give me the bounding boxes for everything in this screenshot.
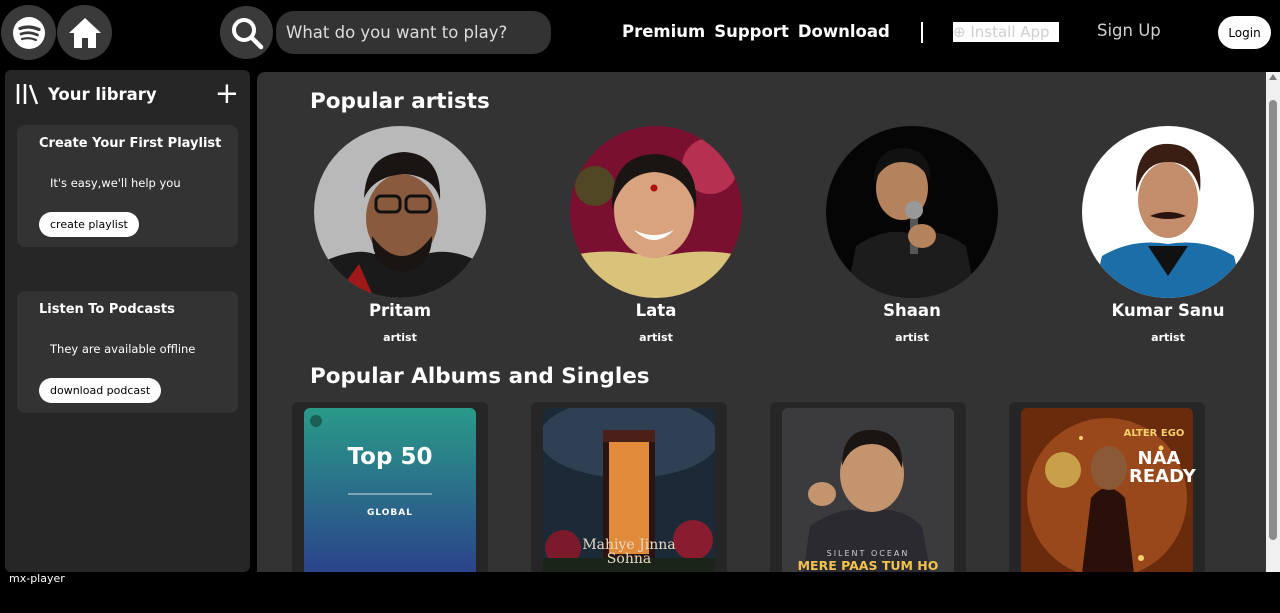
search-button[interactable] — [220, 6, 273, 59]
download-link[interactable]: Download — [798, 22, 890, 41]
search-icon — [231, 17, 263, 49]
card-text: They are available offline — [50, 342, 196, 356]
create-playlist-button[interactable]: create playlist — [39, 212, 139, 237]
library-icon — [16, 84, 39, 105]
artist-role: artist — [895, 331, 929, 344]
album-card-mahiye-jinna-sohna[interactable]: Mahiye Jinna Sohna — [531, 402, 727, 572]
artist-role: artist — [383, 331, 417, 344]
create-playlist-card: Create Your First Playlist It's easy,we'… — [17, 125, 238, 247]
home-button[interactable] — [57, 5, 112, 60]
album-title: MERE PAAS TUM HO — [797, 558, 939, 572]
main-content: Popular artists Pritam artist Lata artis… — [257, 72, 1266, 572]
artist-avatar — [314, 126, 486, 298]
install-app-label: Install App — [970, 23, 1050, 41]
premium-link[interactable]: Premium — [622, 22, 705, 41]
artist-role: artist — [1151, 331, 1185, 344]
install-app-link[interactable]: ⊕ Install App — [953, 22, 1059, 42]
album-subtitle: ALTER EGO — [1123, 428, 1185, 439]
album-card-mere-paas-tum-ho[interactable]: SILENT OCEAN MERE PAAS TUM HO — [770, 402, 966, 572]
album-cover — [304, 408, 476, 572]
album-cover — [782, 408, 954, 572]
nav-divider — [921, 22, 923, 43]
card-text: It's easy,we'll help you — [50, 176, 181, 190]
spotify-icon — [12, 16, 45, 49]
album-title: NAA READY — [1129, 448, 1196, 487]
download-podcast-button[interactable]: download podcast — [39, 378, 162, 403]
search-input[interactable] — [286, 23, 551, 42]
search-bar — [276, 11, 551, 54]
podcasts-card: Listen To Podcasts They are available of… — [17, 291, 238, 413]
player-label: mx-player — [9, 572, 65, 585]
album-title: Mahiye Jinna Sohna — [582, 537, 676, 567]
album-card-naa-ready[interactable]: ALTER EGO NAA READY — [1009, 402, 1205, 572]
artist-name: Pritam — [368, 301, 432, 320]
album-subtitle: SILENT OCEAN — [826, 549, 910, 558]
artist-avatar — [570, 126, 742, 298]
download-circle-icon: ⊕ — [953, 23, 971, 41]
artist-card-kumar-sanu[interactable]: Kumar Sanu artist — [1082, 126, 1254, 344]
popular-albums-title: Popular Albums and Singles — [310, 364, 650, 389]
artist-card-lata[interactable]: Lata artist — [570, 126, 742, 344]
artist-name: Shaan — [883, 301, 941, 320]
spotify-logo-button[interactable] — [1, 5, 56, 60]
library-header[interactable]: Your library — [16, 82, 157, 106]
card-title: Listen To Podcasts — [39, 302, 175, 317]
login-button[interactable]: Login — [1218, 16, 1271, 49]
artist-role: artist — [639, 331, 673, 344]
scroll-thumb[interactable] — [1269, 100, 1277, 540]
card-title: Create Your First Playlist — [39, 136, 222, 151]
add-icon[interactable]: + — [215, 79, 239, 108]
album-subtitle: GLOBAL — [366, 508, 413, 518]
artist-card-pritam[interactable]: Pritam artist — [314, 126, 486, 344]
top-navbar: Premium Support Download ⊕ Install App S… — [0, 0, 1280, 66]
player-bar: mx-player — [0, 572, 1280, 613]
artist-avatar — [826, 126, 998, 298]
support-link[interactable]: Support — [714, 22, 789, 41]
scroll-up-arrow-icon[interactable] — [1269, 74, 1277, 80]
artist-name: Kumar Sanu — [1111, 301, 1225, 320]
artist-avatar — [1082, 126, 1254, 298]
album-card-top-50[interactable]: Top 50 GLOBAL — [292, 402, 488, 572]
popular-artists-title: Popular artists — [310, 89, 490, 114]
library-title: Your library — [48, 84, 157, 104]
library-sidebar: Your library + Create Your First Playlis… — [5, 70, 250, 572]
main-scrollbar[interactable] — [1266, 72, 1280, 572]
home-icon — [68, 17, 101, 48]
album-title: Top 50 — [347, 444, 433, 470]
artist-name: Lata — [635, 301, 677, 320]
artist-card-shaan[interactable]: Shaan artist — [826, 126, 998, 344]
signup-link[interactable]: Sign Up — [1097, 21, 1161, 40]
nav-links: Premium Support Download — [622, 22, 890, 41]
